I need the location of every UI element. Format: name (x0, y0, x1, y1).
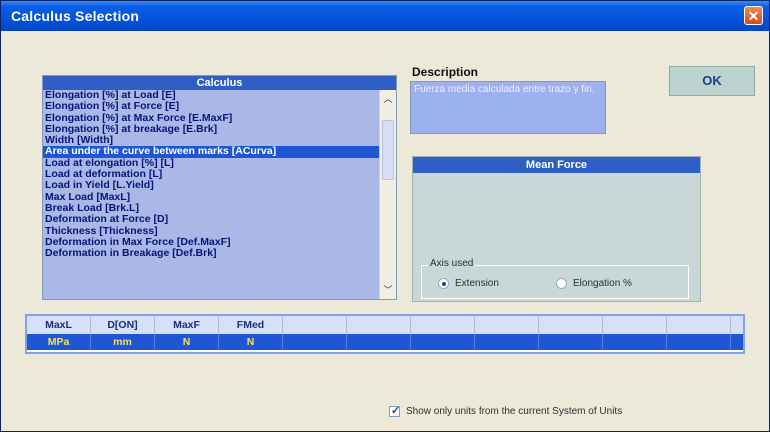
scroll-up-icon[interactable]: ︿ (381, 92, 395, 106)
calculus-list-item[interactable]: Max Load [MaxL] (43, 192, 381, 203)
units-header-cell: MaxL (27, 316, 91, 334)
calculus-list[interactable]: Elongation [%] at Load [E] Elongation [%]… (43, 90, 381, 299)
calculus-selection-window: Calculus Selection ✕ Calculus Elongation… (0, 0, 770, 432)
calculus-list-item[interactable]: Load in Yield [L.Yield] (43, 180, 381, 191)
description-text: Fuerza media calculada entre trazo y fin… (410, 81, 606, 134)
units-value-cell[interactable] (667, 334, 731, 350)
calculus-scrollbar[interactable]: ︿ ﹀ (379, 90, 396, 299)
calculus-list-item[interactable]: Deformation in Breakage [Def.Brk] (43, 248, 381, 259)
units-header-cell (539, 316, 603, 334)
units-value-cell[interactable] (283, 334, 347, 350)
calculus-list-item[interactable]: Elongation [%] at breakage [E.Brk] (43, 124, 381, 135)
mean-force-header: Mean Force (413, 157, 700, 173)
radio-elongation-dot[interactable] (556, 278, 567, 289)
window-title: Calculus Selection (11, 8, 140, 24)
units-header-cell (283, 316, 347, 334)
show-units-option[interactable]: ✓ Show only units from the current Syste… (389, 405, 623, 417)
scroll-thumb[interactable] (382, 120, 394, 180)
units-header-cell (475, 316, 539, 334)
calculus-header: Calculus (43, 76, 396, 90)
show-units-checkbox[interactable]: ✓ (389, 405, 401, 417)
radio-elongation[interactable]: Elongation % (556, 278, 632, 289)
units-value-cell[interactable] (347, 334, 411, 350)
units-value-cell[interactable] (539, 334, 603, 350)
radio-extension-label: Extension (455, 278, 499, 289)
units-values-row[interactable]: MPa mm N N (27, 334, 743, 350)
radio-extension[interactable]: Extension (438, 278, 499, 289)
units-header-cell (411, 316, 475, 334)
calculus-list-item[interactable]: Break Load [Brk.L] (43, 203, 381, 214)
title-bar[interactable]: Calculus Selection ✕ (1, 1, 769, 31)
calculus-list-item[interactable]: Elongation [%] at Load [E] (43, 90, 381, 101)
mean-force-panel: Mean Force Axis used Extension Elongatio… (412, 156, 701, 302)
calculus-list-item[interactable]: Elongation [%] at Max Force [E.MaxF] (43, 113, 381, 124)
units-header-cell: FMed (219, 316, 283, 334)
units-value-cell[interactable]: MPa (27, 334, 91, 350)
units-value-cell[interactable] (475, 334, 539, 350)
units-header-cell (667, 316, 731, 334)
calculus-list-item[interactable]: Deformation in Max Force [Def.MaxF] (43, 237, 381, 248)
scroll-down-icon[interactable]: ﹀ (381, 283, 395, 297)
calculus-listbox[interactable]: Calculus Elongation [%] at Load [E] Elong… (42, 75, 397, 300)
calculus-list-item[interactable]: Load at deformation [L] (43, 169, 381, 180)
units-header-cell: MaxF (155, 316, 219, 334)
units-value-cell[interactable] (411, 334, 475, 350)
calculus-list-item[interactable]: Deformation at Force [D] (43, 214, 381, 225)
radio-extension-dot[interactable] (438, 278, 449, 289)
ok-button[interactable]: OK (669, 66, 755, 96)
axis-used-label: Axis used (428, 258, 476, 269)
show-units-label: Show only units from the current System … (406, 406, 623, 417)
units-table: MaxL D[ON] MaxF FMed MPa mm N N (25, 314, 745, 354)
units-value-cell[interactable]: N (219, 334, 283, 350)
calculus-list-item[interactable]: Width [Width] (43, 135, 381, 146)
units-value-cell[interactable] (603, 334, 667, 350)
units-header-row: MaxL D[ON] MaxF FMed (27, 316, 743, 334)
units-header-cell (603, 316, 667, 334)
axis-used-group: Axis used Extension Elongation % (421, 258, 689, 299)
calculus-list-item[interactable]: Area under the curve between marks [ACur… (43, 146, 381, 158)
close-button[interactable]: ✕ (744, 6, 763, 25)
units-value-cell[interactable]: mm (91, 334, 155, 350)
checkmark-icon: ✓ (391, 405, 401, 417)
units-header-cell (347, 316, 411, 334)
calculus-list-item[interactable]: Thickness [Thickness] (43, 226, 381, 237)
calculus-list-item[interactable]: Elongation [%] at Force [E] (43, 101, 381, 112)
description-label: Description (412, 65, 479, 79)
radio-elongation-label: Elongation % (573, 278, 632, 289)
calculus-list-item[interactable]: Load at elongation [%] [L] (43, 158, 381, 169)
units-value-cell[interactable]: N (155, 334, 219, 350)
units-header-cell: D[ON] (91, 316, 155, 334)
